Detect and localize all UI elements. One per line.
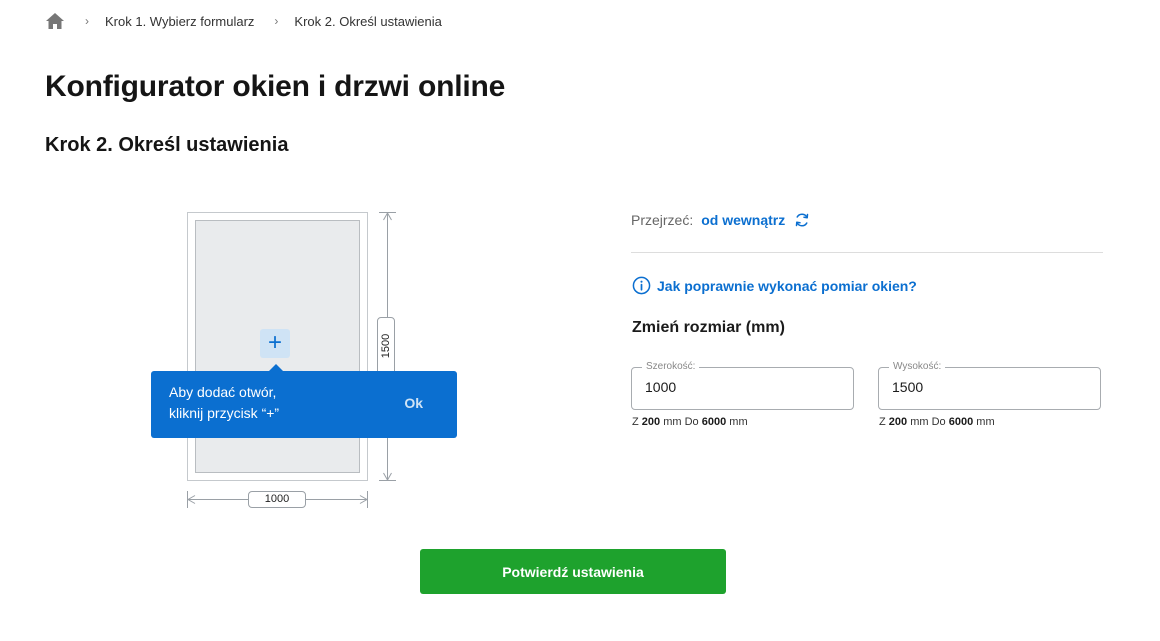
view-toggle: Przejrzeć: od wewnątrz — [631, 212, 810, 228]
chevron-right-icon: › — [274, 14, 279, 28]
height-input[interactable] — [892, 379, 1082, 395]
height-range-unit2: mm — [976, 416, 995, 428]
breadcrumb-item-step1[interactable]: Krok 1. Wybierz formularz — [105, 14, 254, 29]
window-diagram: + 1000 1500 — [150, 200, 470, 520]
chevron-right-icon: › — [85, 14, 89, 28]
window-frame-drawing — [186, 211, 396, 508]
width-range-hint: Z 200 mm Do 6000 mm — [632, 416, 748, 428]
page-title: Konfigurator okien i drzwi online — [45, 70, 506, 103]
height-range-max: 6000 — [948, 416, 974, 428]
width-dimension-label: 1000 — [248, 491, 306, 508]
tooltip-line-1: Aby dodać otwór, — [169, 384, 277, 400]
resize-title: Zmień rozmiar (mm) — [632, 319, 785, 336]
height-range-unit1: mm Do — [910, 416, 946, 428]
height-field[interactable]: Wysokość: — [878, 361, 1101, 410]
view-value-link[interactable]: od wewnątrz — [701, 212, 785, 228]
width-field[interactable]: Szerokość: — [631, 361, 854, 410]
tooltip-line-2: kliknij przycisk “+” — [169, 405, 280, 421]
add-opening-tooltip: Aby dodać otwór, kliknij przycisk “+” Ok — [151, 364, 457, 438]
add-opening-button[interactable]: + — [260, 329, 290, 358]
breadcrumb: › Krok 1. Wybierz formularz › Krok 2. Ok… — [45, 11, 442, 31]
height-range-min: 200 — [888, 416, 908, 428]
height-range-hint: Z 200 mm Do 6000 mm — [879, 416, 995, 428]
confirm-settings-button[interactable]: Potwierdź ustawienia — [420, 549, 726, 594]
width-range-unit2: mm — [729, 416, 748, 428]
divider — [631, 252, 1103, 253]
refresh-icon[interactable] — [794, 212, 810, 228]
view-label: Przejrzeć: — [631, 212, 694, 228]
step-title: Krok 2. Określ ustawienia — [45, 134, 289, 156]
width-input[interactable] — [645, 379, 835, 395]
width-range-max: 6000 — [701, 416, 727, 428]
height-field-label: Wysokość: — [889, 361, 946, 372]
width-range-min: 200 — [641, 416, 661, 428]
height-range-prefix: Z — [879, 416, 886, 428]
width-field-label: Szerokość: — [642, 361, 700, 372]
home-icon[interactable] — [45, 12, 65, 30]
breadcrumb-item-step2: Krok 2. Określ ustawienia — [294, 13, 442, 29]
width-range-unit1: mm Do — [663, 416, 699, 428]
info-icon — [632, 276, 651, 295]
height-dimension-label: 1500 — [377, 317, 395, 375]
width-range-prefix: Z — [632, 416, 639, 428]
tooltip-text: Aby dodać otwór, kliknij przycisk “+” — [169, 382, 279, 424]
measure-help-link[interactable]: Jak poprawnie wykonać pomiar okien? — [632, 276, 917, 295]
measure-help-text: Jak poprawnie wykonać pomiar okien? — [657, 277, 917, 294]
height-dimension-text: 1500 — [380, 333, 392, 359]
tooltip-ok-button[interactable]: Ok — [404, 395, 423, 411]
